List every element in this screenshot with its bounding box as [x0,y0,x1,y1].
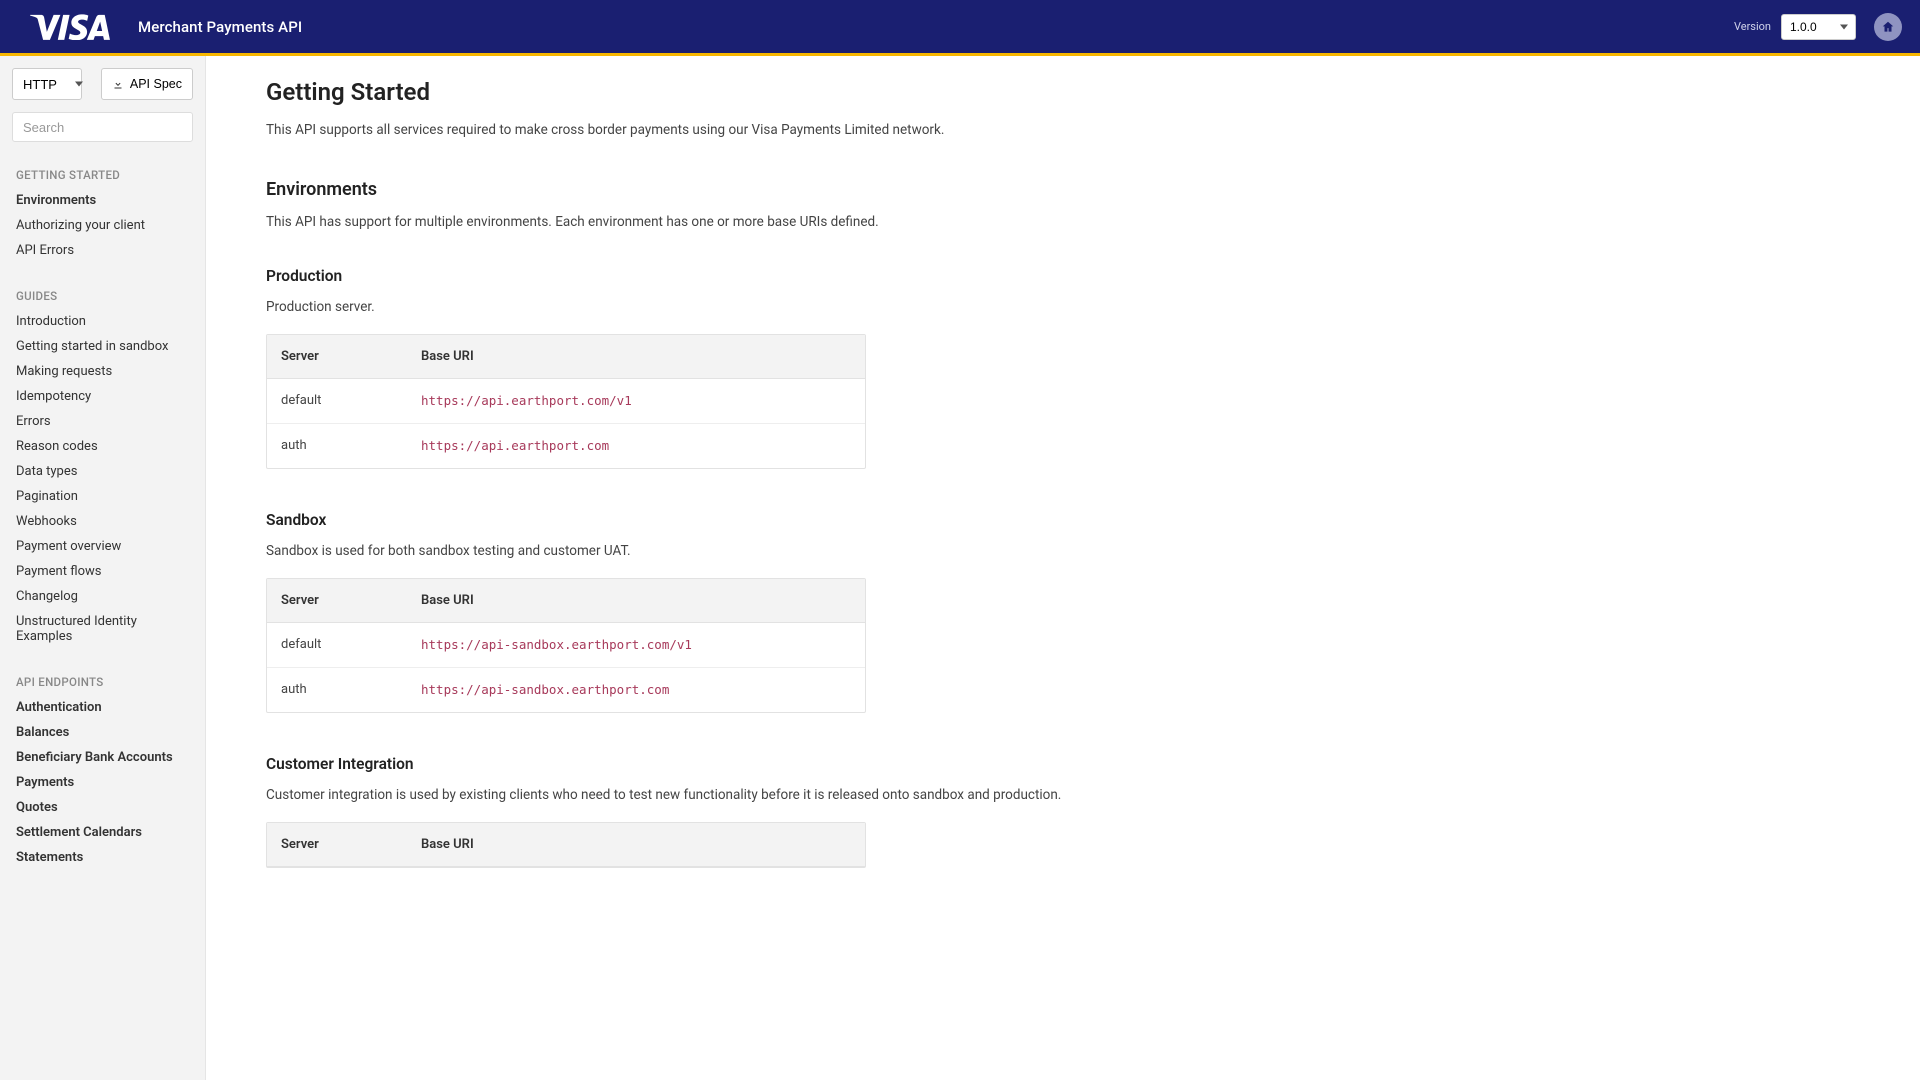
sidebar-item[interactable]: Reason codes [0,434,205,459]
header-right: Version 1.0.0 [1734,13,1902,41]
api-title: Merchant Payments API [138,18,302,36]
sidebar-item[interactable]: Unstructured Identity Examples [0,609,205,649]
cell-server: default [267,623,407,667]
server-table: ServerBase URIdefaulthttps://api-sandbox… [266,578,866,713]
environment-heading: Sandbox [266,511,1266,529]
api-spec-button[interactable]: API Spec [101,68,193,100]
cell-uri: https://api.earthport.com [407,423,865,468]
col-base-uri: Base URI [407,823,865,867]
cell-server: auth [267,667,407,712]
sidebar-item[interactable]: Beneficiary Bank Accounts [0,745,205,770]
environment-desc: Customer integration is used by existing… [266,785,1266,806]
sidebar-item[interactable]: Idempotency [0,384,205,409]
main-content: Getting Started This API supports all se… [206,56,1306,1080]
sidebar-section-title: API Endpoints [0,649,205,695]
sidebar-item[interactable]: Authorizing your client [0,213,205,238]
page-title: Getting Started [266,78,1266,106]
sidebar-item[interactable]: API Errors [0,238,205,263]
brand-logo [30,14,110,40]
environment-desc: Sandbox is used for both sandbox testing… [266,541,1266,562]
sidebar-section-title: Getting Started [0,142,205,188]
table-row: defaulthttps://api-sandbox.earthport.com… [267,623,865,667]
environment-heading: Production [266,267,1266,285]
table-row: authhttps://api-sandbox.earthport.com [267,667,865,712]
environment-heading: Customer Integration [266,755,1266,773]
cell-server: auth [267,423,407,468]
sidebar-item[interactable]: Pagination [0,484,205,509]
sidebar-item[interactable]: Settlement Calendars [0,820,205,845]
sidebar-item[interactable]: Webhooks [0,509,205,534]
sidebar-item[interactable]: Payments [0,770,205,795]
sidebar-item[interactable]: Payment flows [0,559,205,584]
home-icon[interactable] [1874,13,1902,41]
sidebar: HTTP API Spec Getting StartedEnvironment… [0,56,206,1080]
table-row: defaulthttps://api.earthport.com/v1 [267,379,865,423]
col-server: Server [267,335,407,379]
col-base-uri: Base URI [407,335,865,379]
version-label: Version [1734,20,1771,33]
sidebar-item[interactable]: Environments [0,188,205,213]
sidebar-item[interactable]: Quotes [0,795,205,820]
cell-uri: https://api-sandbox.earthport.com/v1 [407,623,865,667]
sidebar-item[interactable]: Balances [0,720,205,745]
cell-uri: https://api-sandbox.earthport.com [407,667,865,712]
col-server: Server [267,579,407,623]
environments-heading: Environments [266,179,1266,200]
sidebar-item[interactable]: Introduction [0,309,205,334]
server-table: ServerBase URI [266,822,866,868]
environments-text: This API has support for multiple enviro… [266,212,1266,233]
sidebar-item[interactable]: Statements [0,845,205,870]
sidebar-nav: Getting StartedEnvironmentsAuthorizing y… [0,142,205,870]
download-icon [112,78,124,90]
server-table: ServerBase URIdefaulthttps://api.earthpo… [266,334,866,469]
sidebar-item[interactable]: Errors [0,409,205,434]
sidebar-item[interactable]: Changelog [0,584,205,609]
cell-uri: https://api.earthport.com/v1 [407,379,865,423]
api-spec-label: API Spec [130,77,182,91]
sidebar-item[interactable]: Getting started in sandbox [0,334,205,359]
app-header: Merchant Payments API Version 1.0.0 [0,0,1920,53]
sidebar-item[interactable]: Making requests [0,359,205,384]
sidebar-item[interactable]: Authentication [0,695,205,720]
environment-desc: Production server. [266,297,1266,318]
intro-text: This API supports all services required … [266,120,1266,141]
col-base-uri: Base URI [407,579,865,623]
sidebar-item[interactable]: Data types [0,459,205,484]
sidebar-section-title: Guides [0,263,205,309]
version-select[interactable]: 1.0.0 [1781,14,1856,40]
search-input[interactable] [12,112,193,142]
table-row: authhttps://api.earthport.com [267,423,865,468]
sidebar-item[interactable]: Payment overview [0,534,205,559]
col-server: Server [267,823,407,867]
protocol-select[interactable]: HTTP [12,68,82,100]
cell-server: default [267,379,407,423]
